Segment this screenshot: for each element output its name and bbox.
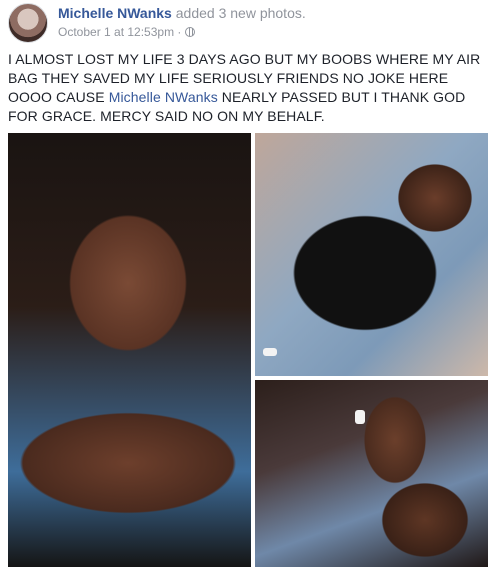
photo-3[interactable] — [255, 380, 488, 567]
post-meta: Michelle NWanks added 3 new photos. Octo… — [58, 4, 306, 40]
separator-dot: · — [177, 25, 182, 39]
iv-tube-image — [263, 348, 277, 356]
mention-link[interactable]: Michelle NWanks — [109, 89, 218, 105]
avatar[interactable] — [8, 3, 48, 43]
author-line: Michelle NWanks added 3 new photos. — [58, 4, 306, 22]
author-name-link[interactable]: Michelle NWanks — [58, 5, 172, 21]
photo-2[interactable] — [255, 133, 488, 376]
photo-grid — [8, 133, 488, 567]
post-subline: October 1 at 12:53pm · — [58, 24, 306, 40]
photo-1[interactable] — [8, 133, 251, 567]
iv-tube-image — [355, 410, 365, 424]
post-text: I ALMOST LOST MY LIFE 3 DAYS AGO BUT MY … — [8, 50, 488, 126]
post-action-text: added 3 new photos. — [175, 5, 306, 21]
timestamp-link[interactable]: October 1 at 12:53pm — [58, 25, 174, 39]
post-header: Michelle NWanks added 3 new photos. Octo… — [8, 3, 488, 43]
globe-icon[interactable] — [184, 27, 195, 37]
